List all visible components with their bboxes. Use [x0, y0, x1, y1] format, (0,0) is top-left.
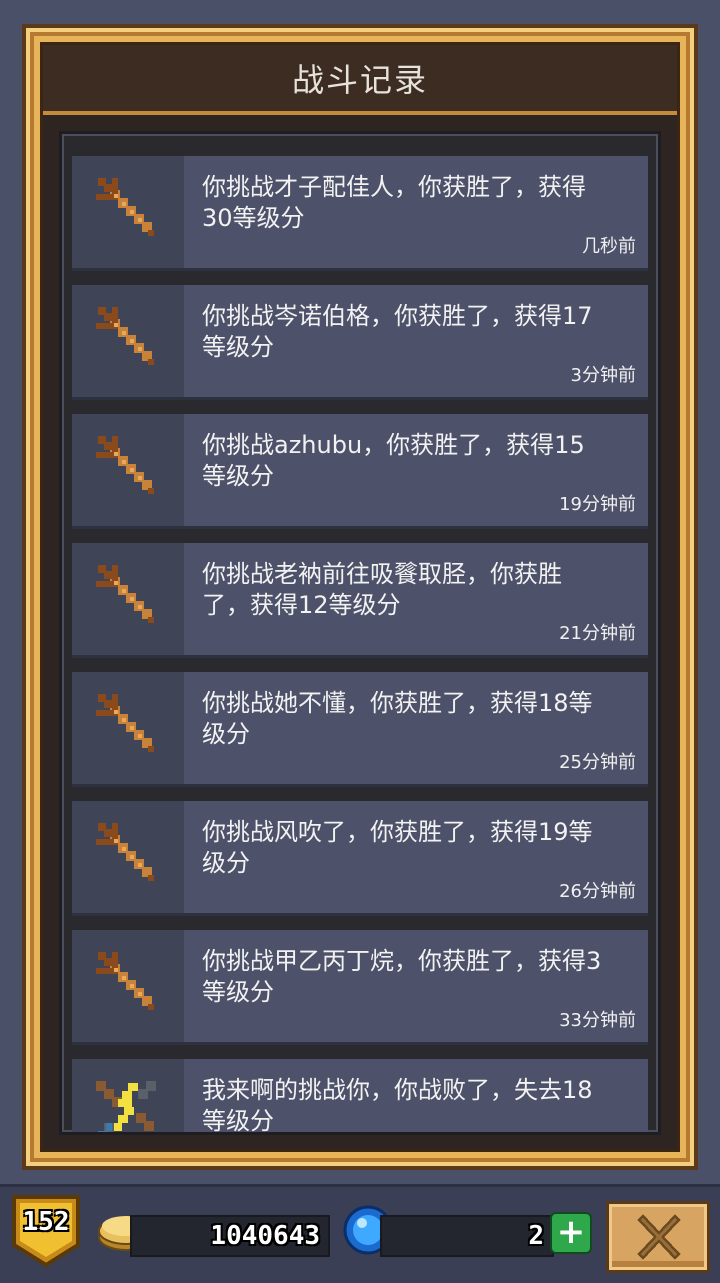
record-body: 你挑战老衲前往吸餮取胫，你获胜了，获得12等级分 21分钟前 — [184, 543, 648, 655]
record-item[interactable]: 你挑战才子配佳人，你获胜了，获得30等级分 几秒前 — [72, 156, 648, 271]
sword-icon — [72, 543, 182, 655]
sword-icon — [72, 930, 182, 1042]
record-text: 你挑战风吹了，你获胜了，获得19等级分 — [202, 818, 593, 877]
record-body: 你挑战风吹了，你获胜了，获得19等级分 26分钟前 — [184, 801, 648, 913]
record-list-container[interactable]: 你挑战才子配佳人，你获胜了，获得30等级分 几秒前 你挑战岑诺伯格，你获胜了，获… — [59, 131, 661, 1135]
add-gem-button[interactable]: + — [550, 1212, 592, 1254]
record-time: 3分钟前 — [570, 365, 636, 386]
gem-counter: 2 — [380, 1215, 554, 1257]
record-text: 你挑战azhubu，你获胜了，获得15等级分 — [202, 431, 585, 490]
record-text: 你挑战甲乙丙丁烷，你获胜了，获得3等级分 — [202, 947, 602, 1006]
record-text: 你挑战老衲前往吸餮取胫，你获胜了，获得12等级分 — [202, 560, 562, 619]
record-body: 我来啊的挑战你，你战败了，失去18等级分 — [184, 1059, 648, 1135]
record-text: 我来啊的挑战你，你战败了，失去18等级分 — [202, 1076, 593, 1135]
record-time: 33分钟前 — [559, 1010, 636, 1031]
record-body: 你挑战甲乙丙丁烷，你获胜了，获得3等级分 33分钟前 — [184, 930, 648, 1042]
record-item[interactable]: 你挑战azhubu，你获胜了，获得15等级分 19分钟前 — [72, 414, 648, 529]
coin-counter: 1040643 — [130, 1215, 330, 1257]
level-badge[interactable]: 152 — [10, 1193, 82, 1268]
sword-icon — [72, 801, 182, 913]
record-text: 你挑战岑诺伯格，你获胜了，获得17等级分 — [202, 302, 593, 361]
level-value: 152 — [22, 1207, 70, 1237]
record-time: 25分钟前 — [559, 752, 636, 773]
sword-icon — [72, 156, 182, 268]
record-item[interactable]: 我来啊的挑战你，你战败了，失去18等级分 — [72, 1059, 648, 1135]
sword-icon — [72, 672, 182, 784]
record-text: 你挑战她不懂，你获胜了，获得18等级分 — [202, 689, 593, 748]
sword-icon — [72, 414, 182, 526]
battle-record-panel: 战斗记录 你挑战才子配佳人，你获胜了，获得30等级分 几秒前 你挑战岑诺伯格，你… — [22, 24, 698, 1170]
record-time: 26分钟前 — [559, 881, 636, 902]
panel-title: 战斗记录 — [291, 61, 428, 99]
record-body: 你挑战她不懂，你获胜了，获得18等级分 25分钟前 — [184, 672, 648, 784]
record-item[interactable]: 你挑战她不懂，你获胜了，获得18等级分 25分钟前 — [72, 672, 648, 787]
record-list: 你挑战才子配佳人，你获胜了，获得30等级分 几秒前 你挑战岑诺伯格，你获胜了，获… — [72, 156, 648, 1135]
record-time: 几秒前 — [582, 236, 636, 257]
coin-value: 1040643 — [210, 1221, 320, 1251]
record-item[interactable]: 你挑战甲乙丙丁烷，你获胜了，获得3等级分 33分钟前 — [72, 930, 648, 1045]
record-item[interactable]: 你挑战风吹了，你获胜了，获得19等级分 26分钟前 — [72, 801, 648, 916]
close-icon — [637, 1214, 681, 1260]
panel-header: 战斗记录 — [43, 45, 677, 115]
record-item[interactable]: 你挑战岑诺伯格，你获胜了，获得17等级分 3分钟前 — [72, 285, 648, 400]
gem-value: 2 — [528, 1221, 544, 1251]
crossed-swords-lightning-icon — [72, 1059, 182, 1132]
sword-icon — [72, 285, 182, 397]
panel-inner: 战斗记录 你挑战才子配佳人，你获胜了，获得30等级分 几秒前 你挑战岑诺伯格，你… — [40, 42, 680, 1152]
record-item[interactable]: 你挑战老衲前往吸餮取胫，你获胜了，获得12等级分 21分钟前 — [72, 543, 648, 658]
record-time: 21分钟前 — [559, 623, 636, 644]
close-button[interactable] — [606, 1201, 710, 1273]
record-body: 你挑战azhubu，你获胜了，获得15等级分 19分钟前 — [184, 414, 648, 526]
record-time: 19分钟前 — [559, 494, 636, 515]
record-body: 你挑战才子配佳人，你获胜了，获得30等级分 几秒前 — [184, 156, 648, 268]
resource-bar: 152 1040643 2 + — [0, 1184, 720, 1283]
record-text: 你挑战才子配佳人，你获胜了，获得30等级分 — [202, 173, 586, 232]
record-body: 你挑战岑诺伯格，你获胜了，获得17等级分 3分钟前 — [184, 285, 648, 397]
